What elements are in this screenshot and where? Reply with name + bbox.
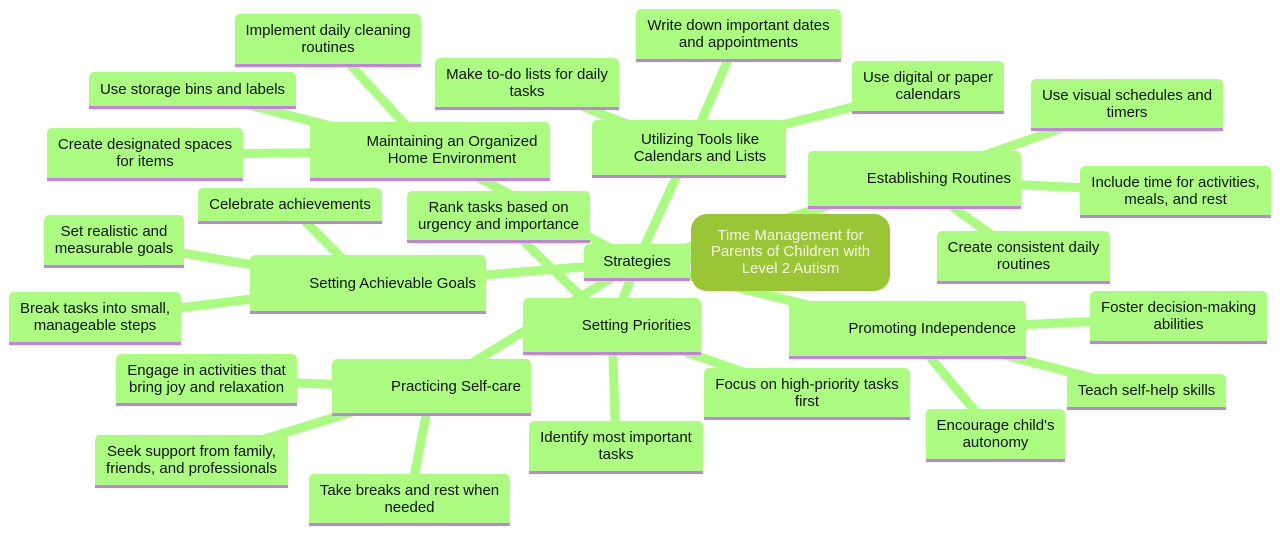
branch-self-care[interactable]: Practicing Self-care <box>332 359 531 416</box>
strategies-node[interactable]: Strategies <box>584 244 690 281</box>
leaf-label: Foster decision-making abilities <box>1100 299 1257 333</box>
leaf-label: Identify most important tasks <box>540 429 692 463</box>
leaf-label: Write down important dates and appointme… <box>647 17 830 51</box>
leaf-self-help[interactable]: Teach self-help skills <box>1067 374 1226 410</box>
leaf-label: Use visual schedules and timers <box>1041 86 1213 121</box>
leaf-take-breaks[interactable]: Take breaks and rest when needed <box>309 474 510 526</box>
leaf-label: Rank tasks based on urgency and importan… <box>418 198 579 233</box>
leaf-designated-spaces[interactable]: Create designated spaces for items <box>47 128 243 181</box>
leaf-label: Seek support from family, friends, and p… <box>106 443 277 477</box>
leaf-write-dates[interactable]: Write down important dates and appointme… <box>636 9 841 62</box>
root-label: Time Management for Parents of Children … <box>710 226 871 277</box>
leaf-child-autonomy[interactable]: Encourage child's autonomy <box>926 409 1065 462</box>
leaf-focus-high-priority[interactable]: Focus on high-priority tasks first <box>704 368 910 420</box>
branch-promoting-independence[interactable]: Promoting Independence <box>789 301 1026 359</box>
branch-label: Practicing Self-care <box>390 377 521 395</box>
branch-label: Promoting Independence <box>848 320 1016 337</box>
leaf-label: Break tasks into small, manageable steps <box>19 300 171 334</box>
leaf-label: Engage in activities that bring joy and … <box>127 361 286 396</box>
leaf-label: Include time for activities, meals, and … <box>1091 173 1260 208</box>
branch-setting-priorities[interactable]: Setting Priorities <box>523 298 701 355</box>
leaf-label: Take breaks and rest when needed <box>319 481 500 516</box>
leaf-engage-activities[interactable]: Engage in activities that bring joy and … <box>116 354 297 406</box>
leaf-label: Encourage child's autonomy <box>936 417 1055 451</box>
branch-organized-home[interactable]: Maintaining an Organized Home Environmen… <box>310 122 550 181</box>
root-node[interactable]: Time Management for Parents of Children … <box>691 214 890 291</box>
leaf-label: Create consistent daily routines <box>947 239 1100 273</box>
leaf-daily-cleaning[interactable]: Implement daily cleaning routines <box>235 14 421 67</box>
leaf-seek-support[interactable]: Seek support from family, friends, and p… <box>95 435 288 488</box>
branch-label: Setting Priorities <box>581 316 691 334</box>
leaf-include-time[interactable]: Include time for activities, meals, and … <box>1080 166 1271 218</box>
leaf-break-tasks[interactable]: Break tasks into small, manageable steps <box>9 292 181 345</box>
leaf-calendars[interactable]: Use digital or paper calendars <box>852 61 1004 114</box>
leaf-realistic-goals[interactable]: Set realistic and measurable goals <box>44 215 184 268</box>
leaf-todo-lists[interactable]: Make to-do lists for daily tasks <box>435 58 619 110</box>
leaf-label: Use digital or paper calendars <box>862 69 994 103</box>
leaf-visual-schedules[interactable]: Use visual schedules and timers <box>1031 79 1223 131</box>
leaf-identify-important[interactable]: Identify most important tasks <box>529 421 703 474</box>
leaf-decision-making[interactable]: Foster decision-making abilities <box>1090 291 1267 344</box>
branch-label: Maintaining an Organized Home Environmen… <box>366 133 538 167</box>
leaf-label: Implement daily cleaning routines <box>245 22 411 56</box>
leaf-celebrate[interactable]: Celebrate achievements <box>198 188 382 224</box>
leaf-label: Use storage bins and labels <box>99 80 286 98</box>
branch-utilizing-tools[interactable]: Utilizing Tools like Calendars and Lists <box>592 120 786 178</box>
branch-achievable-goals[interactable]: Setting Achievable Goals <box>250 255 486 314</box>
leaf-rank-tasks[interactable]: Rank tasks based on urgency and importan… <box>407 191 590 243</box>
leaf-label: Create designated spaces for items <box>57 136 233 170</box>
leaf-storage-bins[interactable]: Use storage bins and labels <box>89 72 296 109</box>
branch-label: Establishing Routines <box>866 170 1011 187</box>
leaf-consistent-routines[interactable]: Create consistent daily routines <box>937 231 1110 284</box>
branch-establishing-routines[interactable]: Establishing Routines <box>808 151 1021 209</box>
leaf-label: Make to-do lists for daily tasks <box>446 65 608 100</box>
branch-label: Setting Achievable Goals <box>309 274 476 292</box>
leaf-label: Focus on high-priority tasks first <box>715 375 899 410</box>
leaf-label: Teach self-help skills <box>1077 382 1216 399</box>
branch-label: Utilizing Tools like Calendars and Lists <box>633 130 767 165</box>
leaf-label: Celebrate achievements <box>209 196 371 213</box>
leaf-label: Set realistic and measurable goals <box>54 223 174 257</box>
strategies-label: Strategies <box>603 252 671 270</box>
